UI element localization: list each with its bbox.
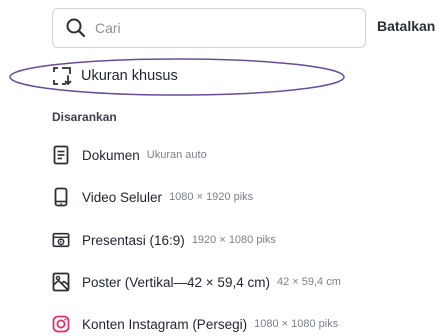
document-icon <box>52 145 70 165</box>
item-name: Dokumen <box>82 147 140 163</box>
search-input[interactable] <box>95 20 335 36</box>
custom-size-label: Ukuran khusus <box>81 68 178 84</box>
item-name: Presentasi (16:9) <box>82 232 185 248</box>
poster-icon <box>52 272 70 292</box>
item-size: 42 × 59,4 cm <box>276 276 341 288</box>
item-name: Konten Instagram (Persegi) <box>82 316 248 332</box>
item-size: 1920 × 1080 piks <box>191 234 276 246</box>
item-size: Ukuran auto <box>146 149 207 161</box>
item-name: Poster (Vertikal—42 × 59,4 cm) <box>82 274 270 290</box>
list-item-mobile-video[interactable]: Video Seluler 1080 × 1920 piks <box>52 185 253 209</box>
item-size: 1080 × 1080 piks <box>254 318 339 330</box>
search-box[interactable] <box>52 8 366 48</box>
list-item-document[interactable]: Dokumen Ukuran auto <box>52 143 207 167</box>
cancel-button[interactable]: Batalkan <box>377 18 435 34</box>
presentation-icon <box>52 230 70 250</box>
search-icon <box>66 18 86 38</box>
item-size: 1080 × 1920 piks <box>169 191 254 203</box>
list-item-poster[interactable]: Poster (Vertikal—42 × 59,4 cm) 42 × 59,4… <box>52 270 341 294</box>
item-name: Video Seluler <box>82 189 163 205</box>
section-title: Disarankan <box>52 110 117 124</box>
custom-size-option[interactable]: Ukuran khusus <box>52 64 178 88</box>
list-item-instagram[interactable]: Konten Instagram (Persegi) 1080 × 1080 p… <box>52 312 338 336</box>
list-item-presentation[interactable]: Presentasi (16:9) 1920 × 1080 piks <box>52 228 276 252</box>
custom-size-icon <box>53 67 72 85</box>
instagram-icon <box>52 314 70 334</box>
mobile-video-icon <box>52 187 70 207</box>
